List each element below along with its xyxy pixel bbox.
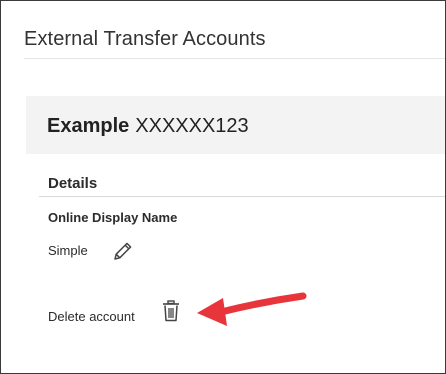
annotation-arrow <box>197 292 307 326</box>
details-divider <box>39 196 445 197</box>
display-name-label: Online Display Name <box>48 210 178 225</box>
title-divider <box>24 58 445 59</box>
trash-icon <box>163 300 179 322</box>
account-name: Example <box>47 115 130 137</box>
screenshot-frame: External Transfer Accounts Example XXXXXX… <box>0 0 446 374</box>
delete-account-label: Delete account <box>48 309 135 324</box>
details-heading: Details <box>48 175 98 192</box>
account-header: Example XXXXXX123 <box>26 96 445 154</box>
account-title: Example XXXXXX123 <box>47 115 249 138</box>
display-name-value: Simple <box>48 243 88 258</box>
edit-display-name-button[interactable] <box>111 239 135 263</box>
delete-account-button[interactable] <box>160 299 182 323</box>
page-title: External Transfer Accounts <box>24 28 266 50</box>
pencil-icon <box>114 242 132 260</box>
account-number: XXXXXX123 <box>135 115 249 137</box>
